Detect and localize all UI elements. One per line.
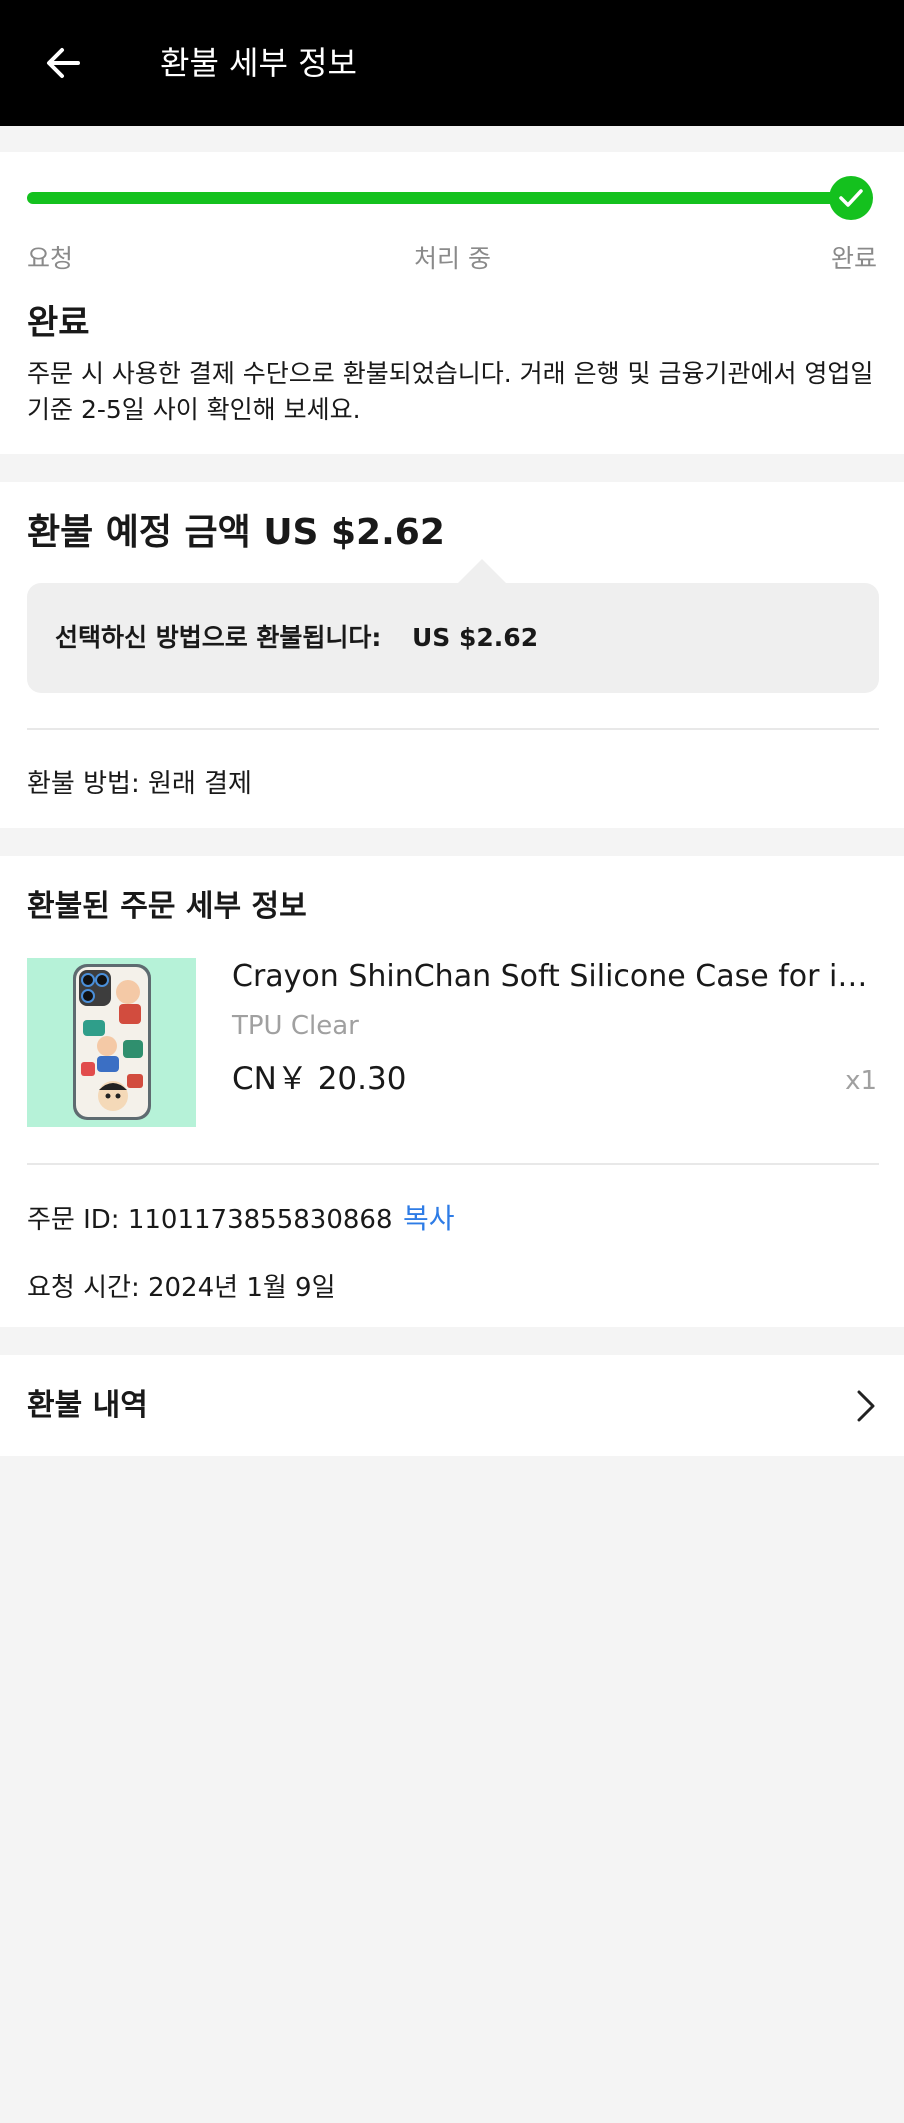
- refund-amount-title: 환불 예정 금액 US $2.62: [27, 512, 445, 553]
- callout-arrow: [458, 559, 506, 583]
- check-icon: [839, 189, 863, 207]
- progress-complete-marker: [829, 176, 873, 220]
- product-name[interactable]: Crayon ShinChan Soft Silicone Case for i…: [232, 956, 877, 998]
- status-title: 완료: [27, 303, 90, 343]
- status-description: 주문 시 사용한 결제 수단으로 환불되었습니다. 거래 은행 및 금융기관에서…: [27, 359, 874, 424]
- step-requested: 요청: [27, 244, 74, 273]
- refund-history-label: 환불 내역: [27, 1388, 148, 1423]
- product-quantity: x1: [845, 1066, 877, 1096]
- refund-method-amount: US $2.62: [412, 623, 539, 652]
- product-image[interactable]: [27, 958, 196, 1127]
- chevron-right-icon: [857, 1390, 875, 1422]
- copy-order-id-button[interactable]: 복사: [403, 1200, 455, 1238]
- order-id: 주문 ID: 1101173855830868: [27, 1205, 393, 1235]
- divider: [27, 1163, 879, 1165]
- divider: [27, 728, 879, 730]
- refund-history-row[interactable]: 환불 내역: [0, 1355, 904, 1456]
- phone-case-image: [27, 958, 196, 1127]
- arrow-left-icon: [47, 48, 80, 78]
- refund-method: 환불 방법: 원래 결제: [27, 769, 252, 799]
- refund-method-label: 선택하신 방법으로 환불됩니다:: [55, 623, 382, 652]
- step-processing: 처리 중: [414, 244, 491, 273]
- page-title: 환불 세부 정보: [160, 44, 357, 82]
- progress-bar: [27, 192, 842, 204]
- back-button[interactable]: [32, 32, 94, 94]
- step-completed: 완료: [830, 244, 877, 273]
- product-variant: TPU Clear: [232, 1011, 359, 1041]
- top-app-bar: 환불 세부 정보: [0, 0, 904, 126]
- product-price: CN￥ 20.30: [232, 1061, 407, 1097]
- order-details-title: 환불된 주문 세부 정보: [27, 889, 307, 924]
- request-time: 요청 시간: 2024년 1월 9일: [27, 1273, 336, 1303]
